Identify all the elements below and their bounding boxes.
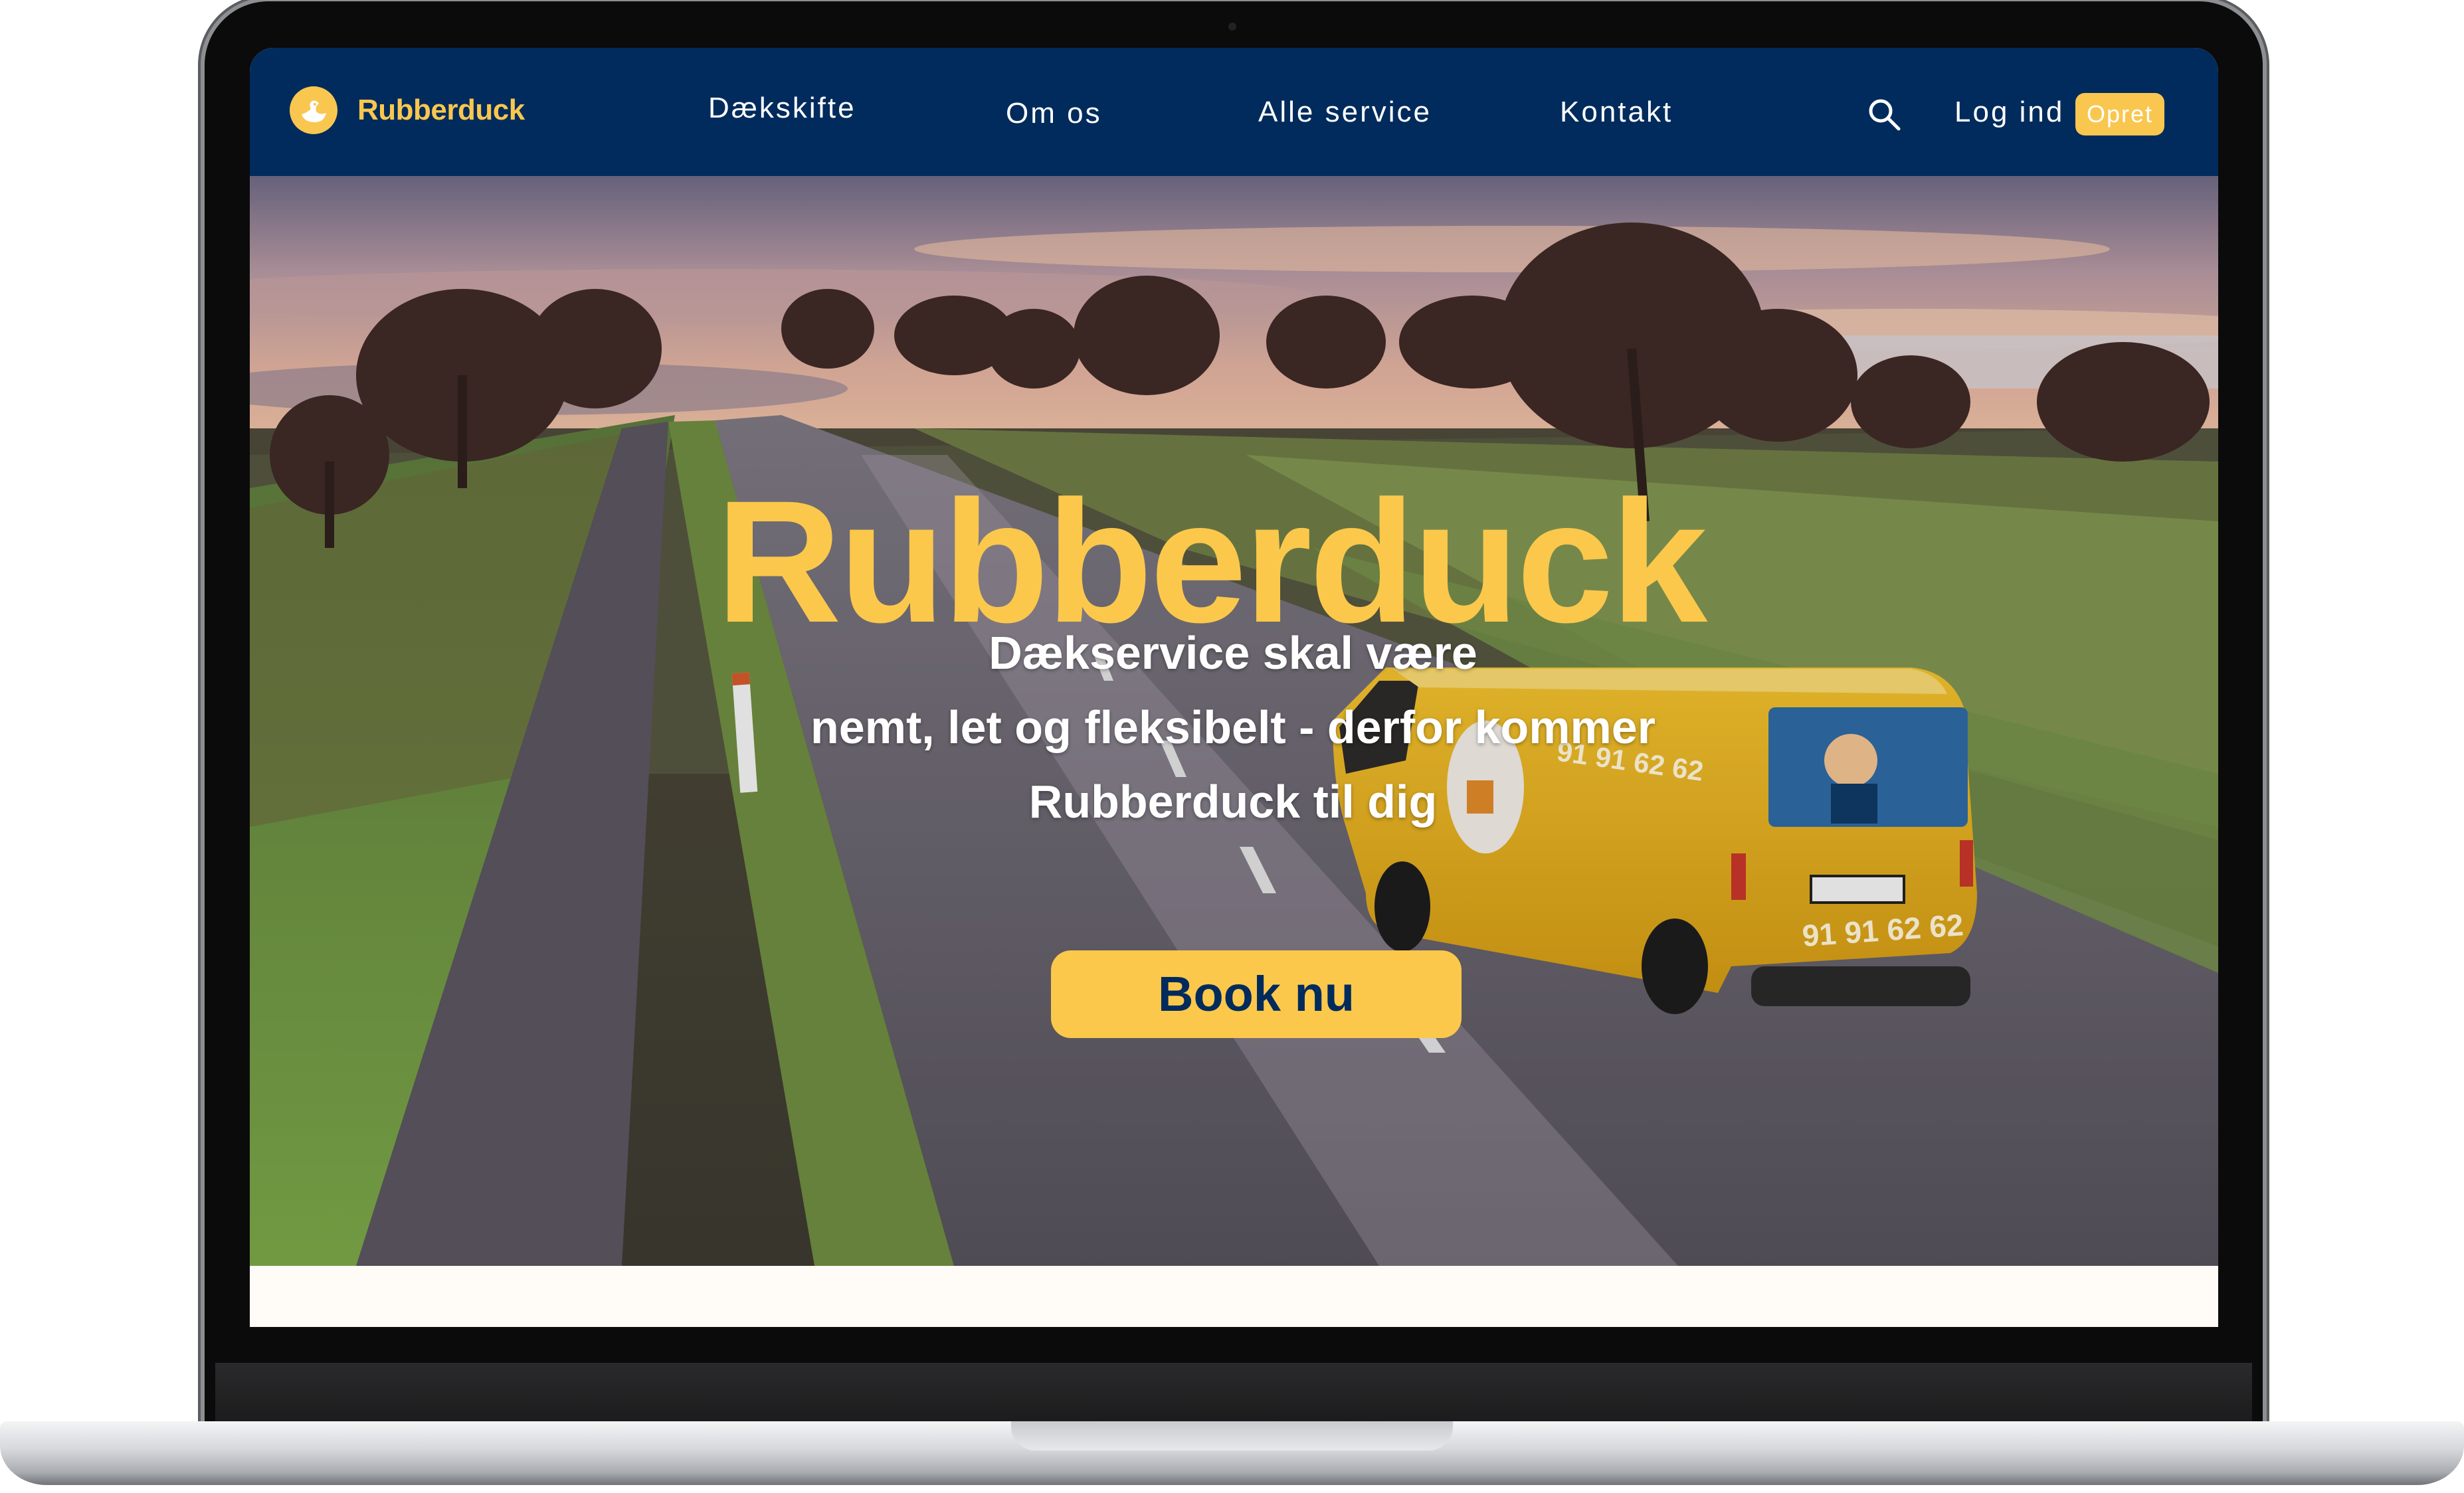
hero-subtitle-line-3: Rubberduck til dig <box>1028 776 1438 828</box>
camera <box>1228 23 1236 31</box>
login-link[interactable]: Log ind <box>1954 96 2064 129</box>
duck-logo-icon <box>290 86 337 134</box>
nav-link-kontakt[interactable]: Kontakt <box>1560 96 1673 129</box>
nav-link-om-os[interactable]: Om os <box>1006 97 1102 130</box>
hero-subtitle-line-1: Dækservice skal være <box>989 627 1477 679</box>
book-now-button[interactable]: Book nu <box>1051 950 1462 1038</box>
hero-subtitle: Dækservice skal være nemt, let og fleksi… <box>761 616 1705 839</box>
next-section <box>250 1266 2218 1327</box>
nav-link-alle-service[interactable]: Alle service <box>1258 96 1432 129</box>
browser-viewport: Rubberduck Dækskifte Om os Alle service … <box>250 48 2218 1327</box>
laptop-base-notch <box>1011 1421 1453 1450</box>
navbar: Rubberduck Dækskifte Om os Alle service … <box>250 48 2218 176</box>
signup-button[interactable]: Opret <box>2075 93 2164 135</box>
laptop-bezel-bottom <box>215 1363 2252 1429</box>
brand-logo[interactable]: Rubberduck <box>290 86 525 134</box>
nav-link-daekskifte[interactable]: Dækskifte <box>708 92 856 125</box>
hero-section: 91 91 62 62 91 91 62 62 Rubberduck Dækse… <box>250 176 2218 1266</box>
brand-name: Rubberduck <box>357 94 525 126</box>
hero-subtitle-line-2: nemt, let og fleksibelt - derfor kommer <box>810 701 1656 753</box>
search-icon[interactable] <box>1865 96 1903 133</box>
